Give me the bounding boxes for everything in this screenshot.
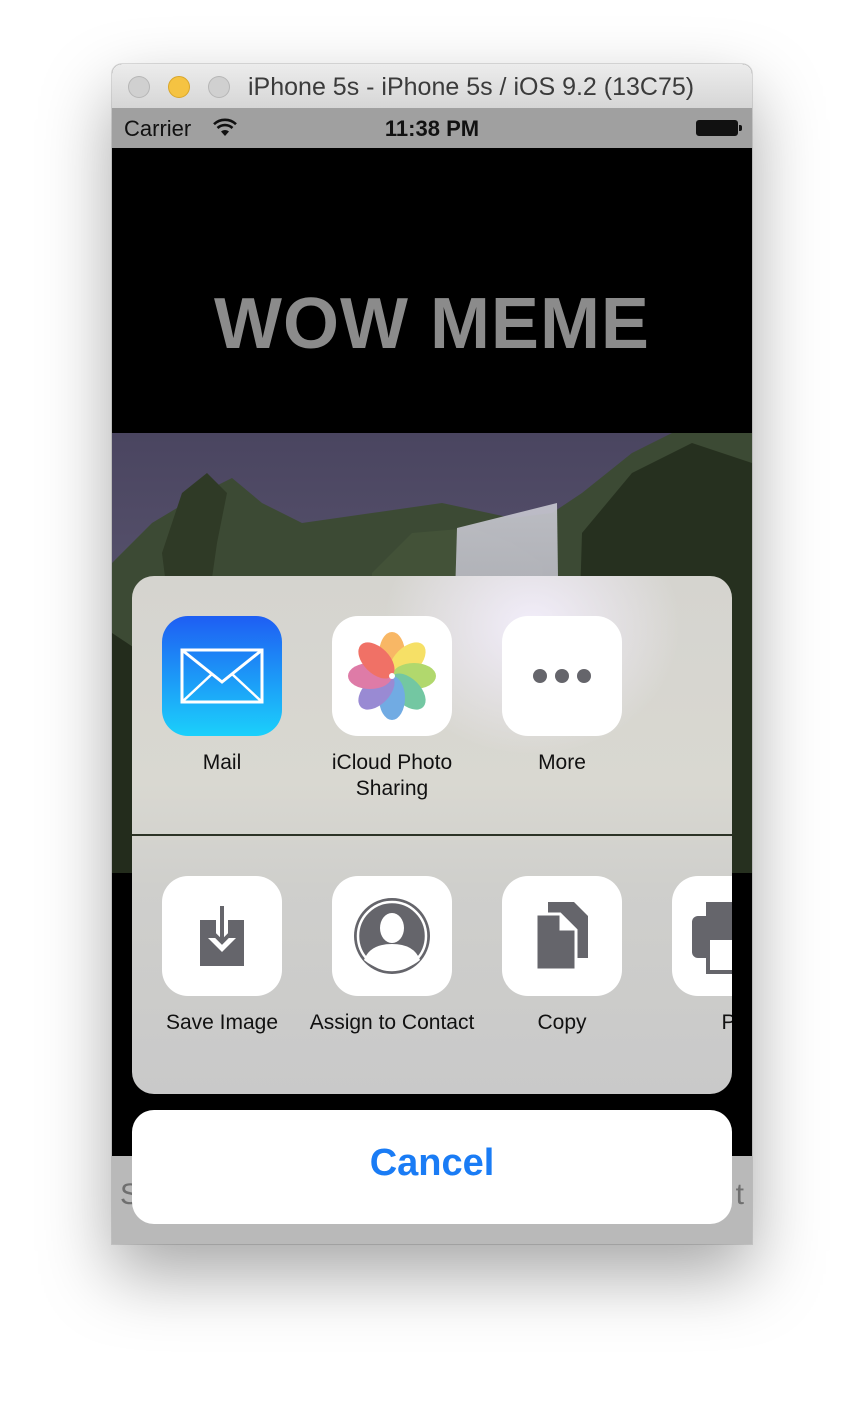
close-window-button[interactable] bbox=[128, 76, 150, 98]
simulator-window: iPhone 5s - iPhone 5s / iOS 9.2 (13C75) … bbox=[112, 64, 752, 1244]
copy-icon bbox=[534, 902, 588, 972]
copy-button[interactable] bbox=[502, 876, 622, 996]
title-bar: iPhone 5s - iPhone 5s / iOS 9.2 (13C75) bbox=[112, 64, 752, 109]
more-icon bbox=[533, 669, 591, 683]
toolbar-right-button[interactable]: t bbox=[736, 1178, 744, 1212]
mail-icon bbox=[180, 648, 264, 704]
assign-to-contact-label: Assign to Contact bbox=[309, 1011, 475, 1034]
row-divider bbox=[132, 834, 732, 836]
app-screen: WOW MEME S t Mail iCloud Photo Sharing M… bbox=[112, 148, 752, 1244]
more-apps-button[interactable] bbox=[502, 616, 622, 736]
contact-icon bbox=[354, 898, 430, 974]
print-icon bbox=[692, 902, 732, 974]
copy-label: Copy bbox=[537, 1011, 587, 1034]
assign-to-contact-button[interactable] bbox=[332, 876, 452, 996]
save-image-label: Save Image bbox=[165, 1011, 279, 1034]
more-label: More bbox=[538, 751, 586, 774]
mail-label: Mail bbox=[202, 751, 242, 774]
minimize-window-button[interactable] bbox=[168, 76, 190, 98]
icloud-photo-sharing-button[interactable] bbox=[332, 616, 452, 736]
print-button[interactable] bbox=[672, 876, 732, 996]
meme-top-text[interactable]: WOW MEME bbox=[112, 283, 752, 365]
print-label: Pr bbox=[721, 1011, 733, 1034]
photos-icon bbox=[348, 632, 436, 720]
zoom-window-button[interactable] bbox=[208, 76, 230, 98]
icloud-photo-sharing-label: iCloud Photo Sharing bbox=[331, 751, 453, 800]
cancel-button[interactable]: Cancel bbox=[132, 1110, 732, 1224]
status-time: 11:38 PM bbox=[384, 116, 480, 141]
share-sheet: Mail iCloud Photo Sharing More Save Imag… bbox=[132, 576, 732, 1094]
save-image-icon bbox=[200, 906, 244, 966]
status-bar: Carrier 11:38 PM bbox=[112, 108, 752, 148]
save-image-button[interactable] bbox=[162, 876, 282, 996]
cancel-label: Cancel bbox=[369, 1142, 495, 1184]
mail-share-button[interactable] bbox=[162, 616, 282, 736]
battery-icon bbox=[696, 120, 742, 136]
window-title: iPhone 5s - iPhone 5s / iOS 9.2 (13C75) bbox=[248, 73, 695, 101]
